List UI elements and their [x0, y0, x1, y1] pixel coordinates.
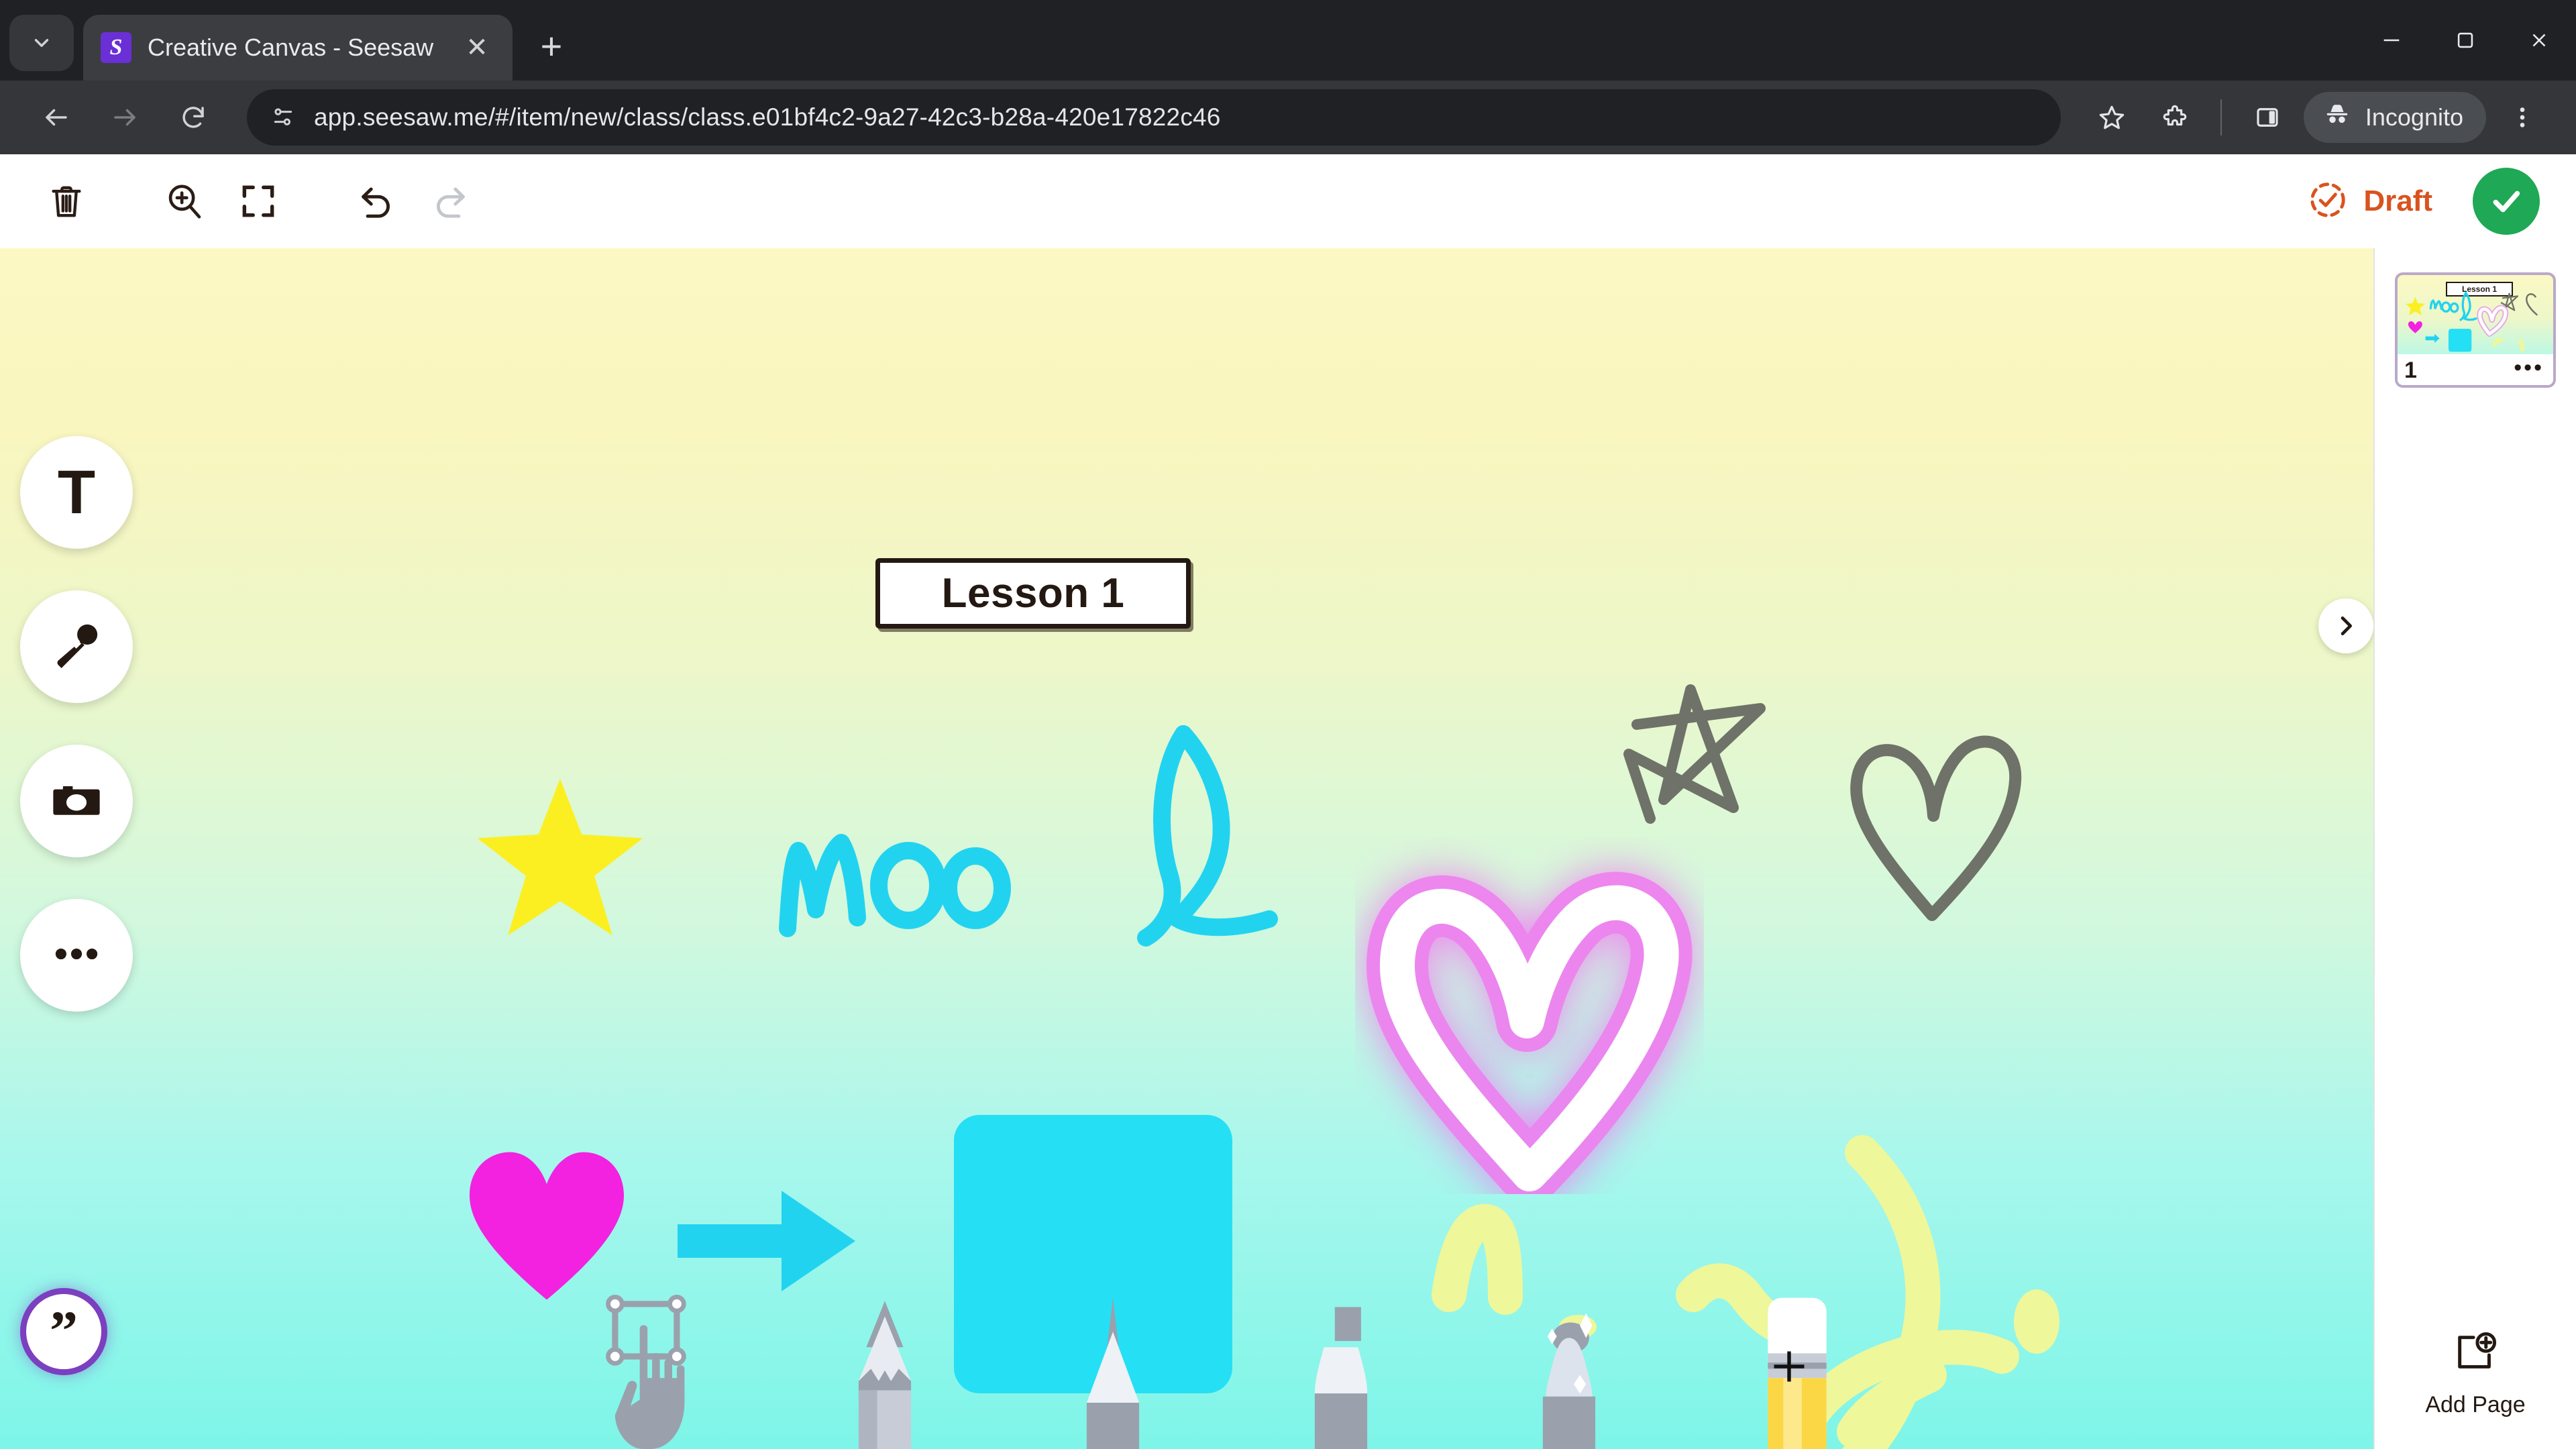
move-tool[interactable]: [600, 1295, 714, 1449]
pen-tray: [0, 1295, 2373, 1449]
canvas-title-box[interactable]: Lesson 1: [875, 558, 1191, 629]
zoom-in-icon[interactable]: [148, 164, 221, 238]
pen-tool[interactable]: [1056, 1295, 1170, 1449]
browser-window: S Creative Canvas - Seesaw ✕ + app.seesa…: [0, 0, 2576, 1449]
add-page-label: Add Page: [2425, 1392, 2526, 1417]
gray-heart-sketch[interactable]: [1838, 711, 2033, 932]
side-panel-icon[interactable]: [2241, 91, 2294, 144]
maximize-button[interactable]: [2428, 0, 2502, 80]
pages-panel: Lesson 1 1 ••• Add Page: [2373, 248, 2576, 1449]
puzzle-piece-icon[interactable]: [2148, 91, 2202, 144]
url-text: app.seesaw.me/#/item/new/class/class.e01…: [314, 103, 1221, 131]
incognito-label: Incognito: [2365, 103, 2463, 131]
text-tool[interactable]: T: [20, 436, 133, 549]
drawing-canvas[interactable]: Lesson 1 T ”: [0, 248, 2373, 1449]
canvas-title-text: Lesson 1: [941, 570, 1125, 616]
trash-icon[interactable]: [30, 164, 103, 238]
page-thumbnail[interactable]: Lesson 1 1 •••: [2395, 272, 2556, 388]
comment-button[interactable]: ”: [20, 1288, 107, 1375]
forward-arrow-icon[interactable]: [95, 88, 154, 147]
done-button[interactable]: [2473, 168, 2540, 235]
site-settings-icon[interactable]: [270, 104, 297, 131]
minimize-button[interactable]: [2355, 0, 2428, 80]
marker-icon: [1314, 1307, 1368, 1449]
close-button[interactable]: [2502, 0, 2576, 80]
app-toolbar: Draft: [0, 154, 2576, 248]
star-icon[interactable]: [2085, 91, 2139, 144]
browser-toolbar: app.seesaw.me/#/item/new/class/class.e01…: [0, 80, 2576, 154]
chevron-right-icon: [2341, 616, 2352, 635]
draft-check-icon: [2307, 179, 2349, 224]
collapse-panel-button[interactable]: [2318, 598, 2373, 653]
add-page-icon: [2452, 1330, 2499, 1383]
status-badge[interactable]: Draft: [2307, 179, 2432, 224]
new-tab-button[interactable]: +: [525, 19, 578, 72]
camera-tool[interactable]: [20, 745, 133, 857]
yellow-star-sticker[interactable]: [470, 771, 651, 943]
tab-strip: S Creative Canvas - Seesaw ✕ +: [0, 0, 2576, 80]
window-controls: [2355, 0, 2576, 80]
add-page-button[interactable]: Add Page: [2375, 1330, 2576, 1418]
workspace: Lesson 1 T ” Lesson 1 1 ••• Add Page: [0, 248, 2576, 1449]
cyan-arrow-sticker[interactable]: [678, 1187, 855, 1295]
camera-icon: [48, 771, 105, 831]
glitter-pen-tool[interactable]: [1512, 1295, 1626, 1449]
seesaw-favicon: S: [101, 32, 131, 63]
browser-tab[interactable]: S Creative Canvas - Seesaw ✕: [83, 15, 513, 80]
pencil-icon: [858, 1301, 912, 1449]
mic-tool[interactable]: [20, 590, 133, 703]
undo-icon[interactable]: [339, 164, 413, 238]
kebab-menu-icon[interactable]: [2496, 91, 2549, 144]
cyan-loop-squiggle[interactable]: [1100, 718, 1295, 953]
incognito-indicator[interactable]: Incognito: [2303, 92, 2486, 143]
favicon-letter: S: [109, 35, 123, 60]
ellipsis-icon: [48, 926, 105, 985]
magenta-heart-sticker[interactable]: [463, 1140, 631, 1308]
microphone-icon: [48, 617, 105, 677]
reload-icon[interactable]: [164, 88, 223, 147]
gray-star-sketch[interactable]: [1610, 671, 1784, 839]
hand-select-icon: [606, 1295, 686, 1449]
page-number: 1: [2404, 358, 2417, 383]
tab-title: Creative Canvas - Seesaw: [148, 34, 434, 61]
back-arrow-icon[interactable]: [27, 88, 86, 147]
address-bar[interactable]: app.seesaw.me/#/item/new/class/class.e01…: [247, 89, 2061, 146]
tab-search-icon[interactable]: [9, 15, 74, 71]
page-menu-button[interactable]: •••: [2514, 357, 2544, 379]
tool-rail: T: [20, 436, 133, 1012]
incognito-hat-icon: [2322, 100, 2352, 136]
toolbar-divider: [2220, 99, 2222, 136]
seesaw-app: Draft Lesson 1 T ” Lesson 1 1 ••• Add Pa…: [0, 154, 2576, 1449]
pen-icon: [1086, 1297, 1140, 1449]
handwritten-moo-text[interactable]: [771, 805, 1093, 939]
pencil-tool[interactable]: [828, 1295, 942, 1449]
status-label: Draft: [2363, 184, 2432, 217]
glitter-pen-icon: [1542, 1313, 1596, 1449]
more-tools[interactable]: [20, 899, 133, 1012]
close-icon[interactable]: ✕: [459, 30, 495, 66]
text-T-icon: T: [57, 458, 96, 527]
quote-icon: ”: [50, 1299, 78, 1362]
crosshair-cursor: [1774, 1351, 1805, 1382]
marker-tool[interactable]: [1284, 1295, 1398, 1449]
redo-icon[interactable]: [413, 164, 487, 238]
fit-to-screen-icon[interactable]: [221, 164, 295, 238]
